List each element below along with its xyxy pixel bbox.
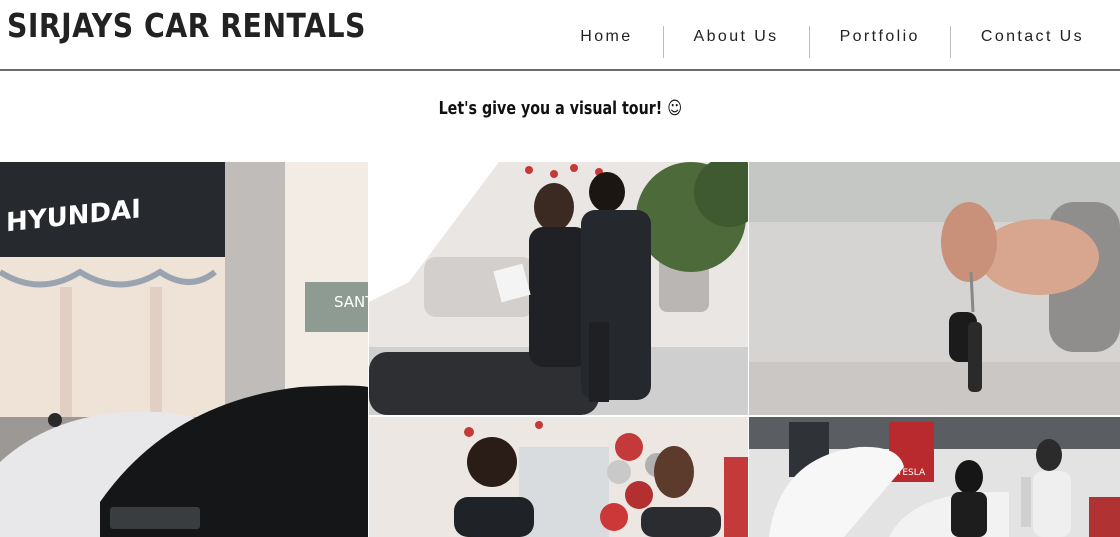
consultation-image — [369, 162, 748, 415]
car-key-image — [749, 162, 1120, 415]
nav-home[interactable]: Home — [550, 26, 662, 58]
site-header: SIRJAYS CAR RENTALS Home About Us Portfo… — [0, 0, 1120, 71]
gallery-photo-sales-handshake[interactable] — [369, 417, 748, 537]
gallery-photo-tesla-showroom[interactable]: TESLA — [749, 417, 1120, 537]
tesla-showroom-image: TESLA — [749, 417, 1120, 537]
photo-gallery: HYUNDAI SANTI — [0, 162, 1120, 537]
nav-contact-us[interactable]: Contact Us — [949, 26, 1120, 58]
handshake-image — [369, 417, 748, 537]
santi-sign-text: SANTI — [334, 293, 368, 311]
site-logo-text[interactable]: SIRJAYS CAR RENTALS — [7, 6, 366, 45]
nav-portfolio[interactable]: Portfolio — [808, 26, 950, 58]
gallery-photo-car-key-handover[interactable] — [749, 162, 1120, 415]
gallery-heading-text: Let's give you a visual tour! ☺ — [438, 98, 682, 119]
nav-about-us[interactable]: About Us — [662, 26, 809, 58]
gallery-photo-hyundai-showroom[interactable]: HYUNDAI SANTI — [0, 162, 368, 537]
hyundai-showroom-image: HYUNDAI SANTI — [0, 162, 368, 537]
main-nav: Home About Us Portfolio Contact Us — [550, 26, 1120, 58]
gallery-photo-dealership-consultation[interactable] — [369, 162, 748, 415]
gallery-heading: Let's give you a visual tour! ☺ — [0, 98, 1120, 119]
